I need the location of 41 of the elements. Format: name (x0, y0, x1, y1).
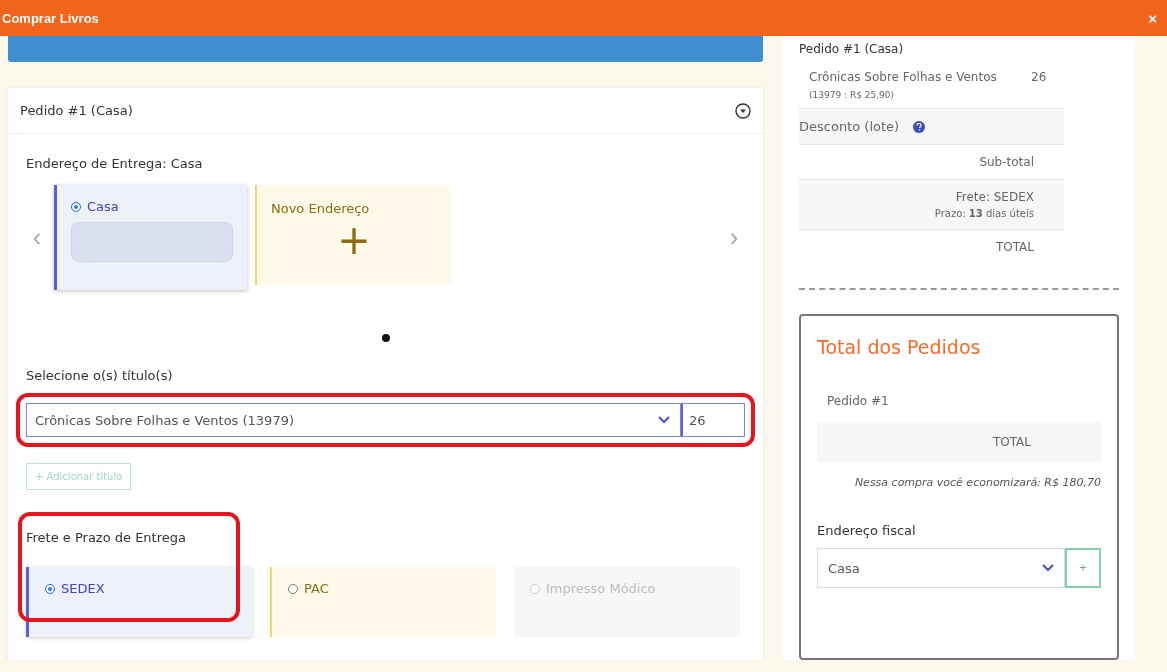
delivery-address-label: Endereço de Entrega: Casa (26, 156, 204, 171)
order-name: Pedido #1 (827, 394, 890, 408)
subtotal-label: Sub-total (979, 155, 1034, 169)
close-button[interactable]: × (1144, 9, 1161, 27)
item-quantity: 26 (1031, 70, 1048, 84)
radio-button[interactable] (45, 583, 55, 594)
fiscal-address-select[interactable]: Casa (817, 548, 1065, 588)
titles-label: Selecione o(s) título(s) (26, 368, 174, 383)
collapse-toggle-icon[interactable] (735, 102, 751, 119)
carousel-dot[interactable] (381, 334, 390, 342)
delivery-deadline: Prazo: 13 dias úteis (934, 208, 1034, 219)
quantity-field[interactable]: 26 (681, 403, 745, 437)
fiscal-address-label: Endereço fiscal (817, 523, 917, 538)
shipping-name: Impresso Módico (546, 581, 656, 596)
plus-icon: + (337, 220, 371, 260)
new-address-card[interactable]: Novo Endereço + (255, 185, 451, 285)
shipping-option[interactable]: SEDEX (26, 567, 252, 637)
chevron-down-icon (1042, 564, 1054, 572)
total-label: TOTAL (992, 435, 1031, 449)
title-select[interactable]: Crônicas Sobre Folhas e Ventos (13979) (26, 403, 681, 437)
discount-label: Desconto (lote) (799, 119, 900, 134)
shipping-option[interactable]: PAC (270, 567, 496, 637)
order-title: Pedido #1 (Casa) (20, 103, 133, 118)
summary-title: Pedido #1 (Casa) (799, 42, 905, 56)
shipping-label: Frete e Prazo de Entrega (26, 530, 187, 545)
help-icon[interactable] (913, 120, 926, 133)
radio-button[interactable] (288, 583, 298, 594)
shipping-name: SEDEX (61, 581, 105, 596)
totals-title: Total dos Pedidos (817, 336, 982, 358)
chevron-down-icon (658, 416, 670, 424)
savings-text: Nessa compra você economizará: R$ 180,70 (854, 476, 1101, 489)
new-address-label: Novo Endereço (271, 201, 370, 216)
shipping-summary: Frete: SEDEX (955, 190, 1034, 204)
item-detail: (13979 : R$ 25,90) (809, 90, 895, 100)
address-name: Casa (87, 199, 119, 214)
item-name: Crônicas Sobre Folhas e Ventos (809, 70, 998, 84)
window-title: Comprar Livros (2, 10, 99, 26)
radio-button[interactable] (71, 201, 81, 212)
total-label: TOTAL (995, 240, 1034, 254)
address-card[interactable]: Casa (54, 185, 247, 290)
shipping-name: PAC (304, 581, 329, 596)
